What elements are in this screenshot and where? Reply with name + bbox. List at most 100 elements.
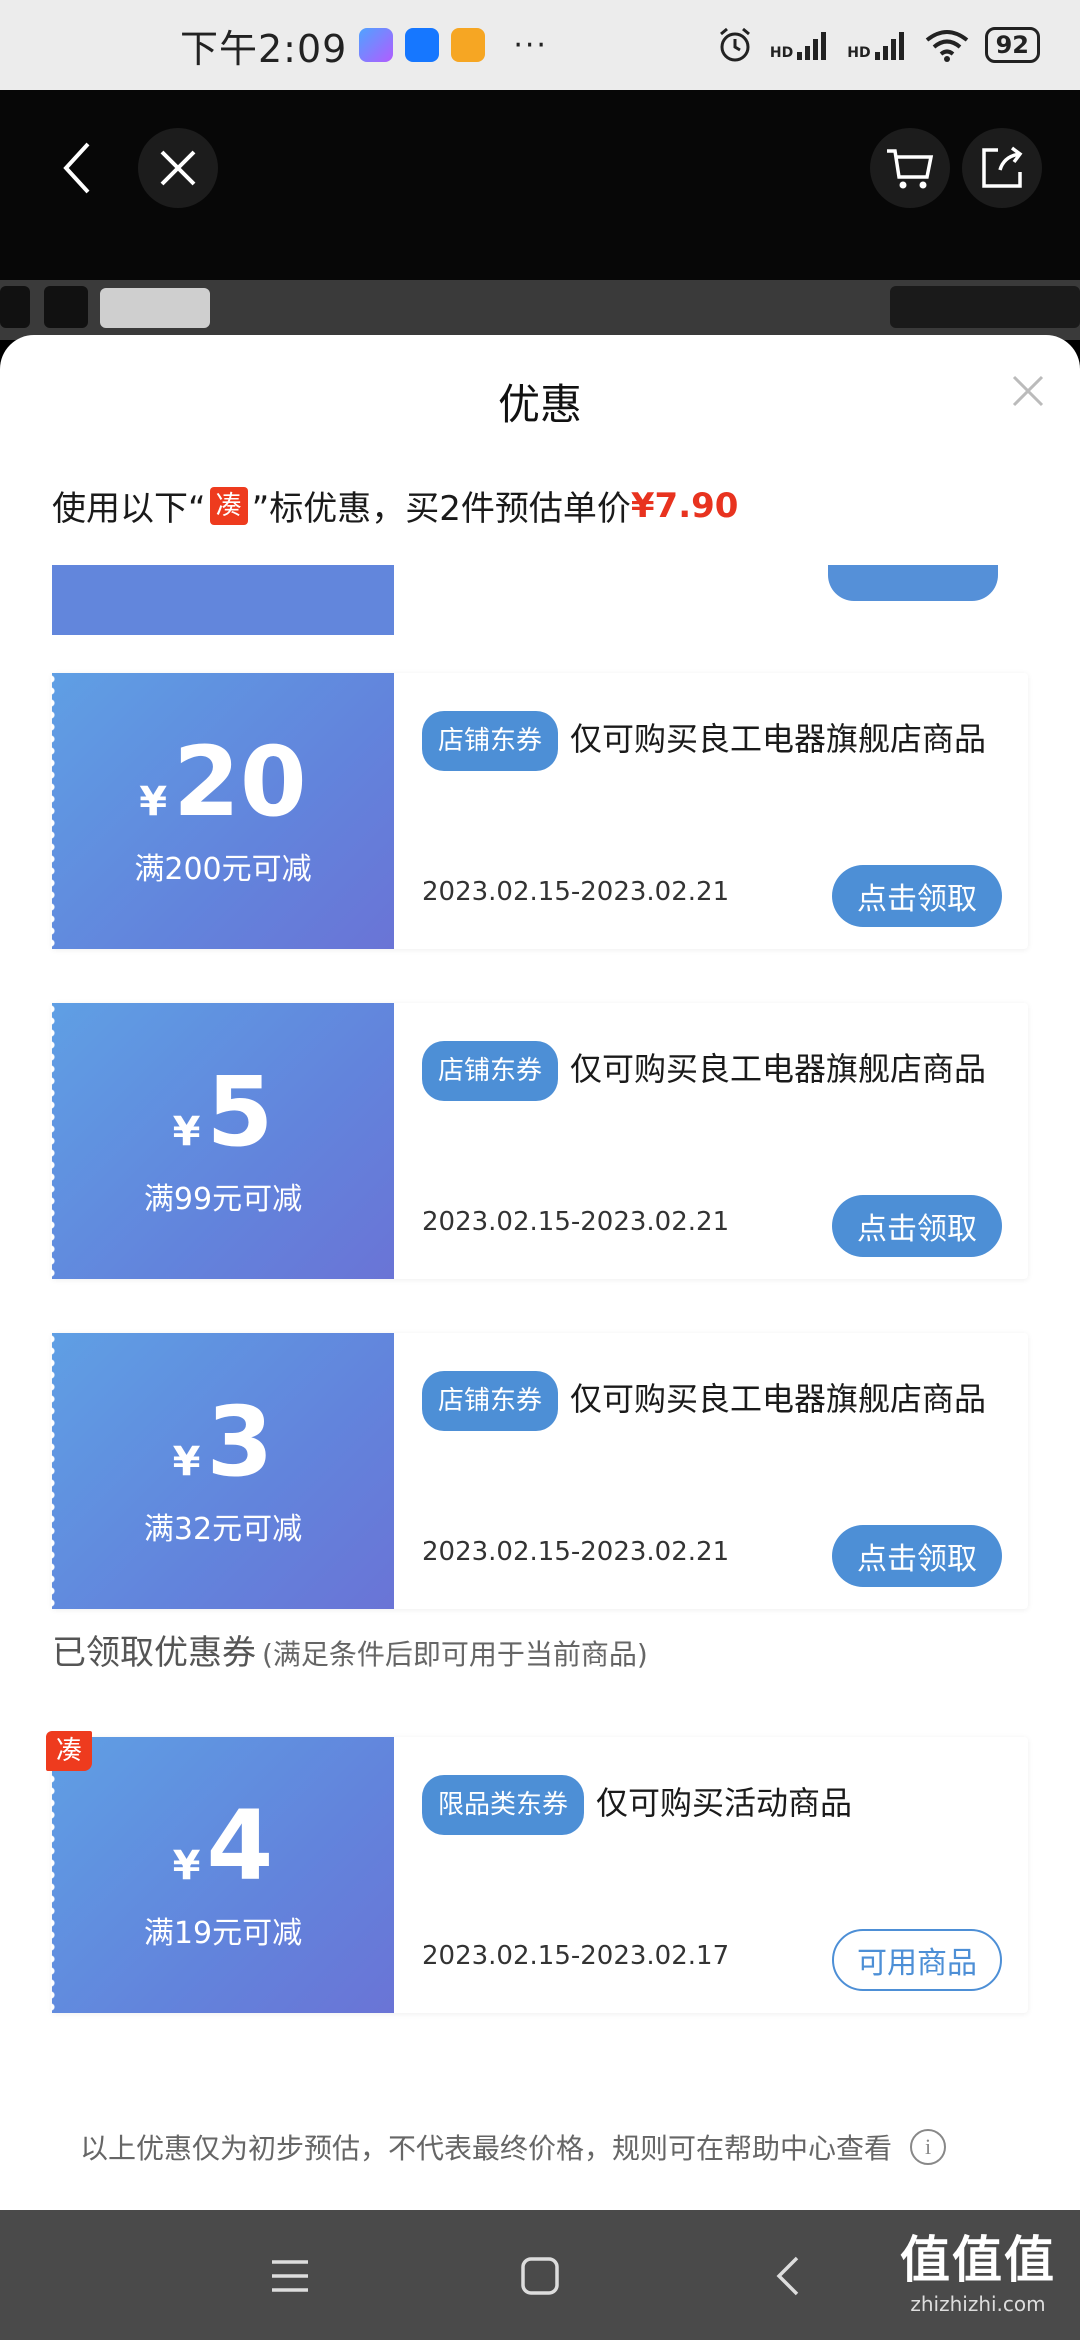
claimed-section-heading: 已领取优惠券 (满足条件后即可用于当前商品) (52, 1625, 648, 1674)
coupon-description: 仅可购买良工电器旗舰店商品 (570, 1380, 987, 1418)
coupon-condition: 满99元可减 (143, 1182, 303, 1217)
cou-corner-badge: 凑 (46, 1731, 92, 1771)
cart-icon (887, 149, 934, 189)
menu-icon[interactable] (270, 2258, 310, 2294)
coupon-tag: 店铺东券 (422, 1371, 559, 1431)
coupon-tag: 店铺东券 (422, 1041, 559, 1101)
coupon-amount-panel: ¥ 3 满32元可减 (51, 1333, 394, 1609)
coupon-condition: 满32元可减 (143, 1512, 303, 1547)
info-icon[interactable]: i (910, 2129, 947, 2165)
claim-coupon-button[interactable]: 点击领取 (832, 1525, 1002, 1587)
cart-button[interactable] (870, 128, 950, 208)
coupon-amount: ¥ 5 (173, 1064, 274, 1160)
keyboard-key (44, 286, 88, 328)
product-device (890, 286, 1080, 328)
status-time: 下午2:09 (180, 26, 348, 71)
signal-2-icon: HD (847, 30, 908, 60)
cou-badge: 凑 (209, 486, 248, 525)
coupon-card: ¥ 20 满200元可减 店铺东券 仅可购买良工电器旗舰店商品 2023.02.1… (51, 673, 1028, 949)
disclaimer-text: 以上优惠仅为初步预估，不代表最终价格，规则可在帮助中心查看 (80, 2132, 893, 2165)
nav-back-icon[interactable] (775, 2254, 801, 2298)
claimed-section-subtitle: (满足条件后即可用于当前商品) (262, 1638, 648, 1671)
coupon-card: ¥ 3 满32元可减 店铺东券 仅可购买良工电器旗舰店商品 2023.02.15-… (51, 1333, 1028, 1609)
status-bar: 下午2:09 ··· HD HD 92 (0, 0, 1080, 90)
disclaimer: 以上优惠仅为初步预估，不代表最终价格，规则可在帮助中心查看 i (80, 2127, 947, 2167)
coupon-amount-panel: ¥ 5 满99元可减 (51, 1003, 394, 1279)
claim-coupon-button[interactable]: 点击领取 (832, 865, 1002, 927)
coupon-details: 限品类东券 仅可购买活动商品 (422, 1775, 1002, 1835)
close-icon (1012, 375, 1044, 407)
coupon-card: ¥ 5 满99元可减 店铺东券 仅可购买良工电器旗舰店商品 2023.02.15-… (51, 1003, 1028, 1279)
coupon-list[interactable]: ¥ 20 满200元可减 店铺东券 仅可购买良工电器旗舰店商品 2023.02.1… (0, 565, 1080, 2105)
coupon-description-line: 店铺东券 仅可购买良工电器旗舰店商品 (422, 1371, 1002, 1431)
coupon-value: 5 (206, 1056, 274, 1168)
battery-indicator: 92 (984, 27, 1040, 63)
yen-sign: ¥ (172, 1109, 201, 1155)
back-button[interactable] (38, 128, 118, 208)
coupon-left-partial (52, 565, 394, 635)
coupon-amount: ¥ 3 (173, 1394, 274, 1490)
share-button[interactable] (962, 128, 1042, 208)
note-notification-icon (451, 28, 486, 62)
coupon-amount: ¥ 4 (173, 1798, 274, 1894)
summary-middle: ”标优惠，买2件预估单价 (251, 489, 631, 529)
watermark-logo: 值值值 (900, 2231, 1056, 2289)
yen-sign: ¥ (139, 779, 168, 825)
keyboard-key (100, 288, 210, 328)
coupon-date: 2023.02.15-2023.02.17 (422, 1941, 730, 1971)
coupon-amount: ¥ 20 (139, 734, 306, 830)
product-image-peek (0, 280, 1080, 340)
coupon-description: 仅可购买良工电器旗舰店商品 (570, 720, 987, 758)
sheet-close-button[interactable] (1006, 369, 1050, 413)
sheet-title: 优惠 (497, 380, 582, 429)
close-icon (160, 150, 196, 186)
coupon-description: 仅可购买活动商品 (596, 1784, 853, 1822)
yen-sign: ¥ (172, 1843, 201, 1889)
coupon-value: 20 (173, 726, 307, 838)
claim-coupon-button[interactable]: 点击领取 (832, 1195, 1002, 1257)
coupon-details: 店铺东券 仅可购买良工电器旗舰店商品 (422, 711, 1002, 771)
available-products-button[interactable]: 可用商品 (832, 1929, 1002, 1991)
coupon-sheet: 优惠 使用以下“ 凑 ”标优惠，买2件预估单价 ¥7.90 ¥ 20 满200元… (0, 335, 1080, 2210)
coupon-description-line: 店铺东券 仅可购买良工电器旗舰店商品 (422, 1041, 1002, 1101)
summary-prefix: 使用以下“ (52, 489, 206, 529)
coupon-date: 2023.02.15-2023.02.21 (422, 877, 730, 907)
signal-1-icon: HD (770, 30, 831, 60)
yen-sign: ¥ (172, 1439, 201, 1485)
coupon-amount-panel: ¥ 20 满200元可减 (51, 673, 394, 949)
close-page-button[interactable] (138, 128, 218, 208)
home-icon[interactable] (520, 2256, 560, 2296)
alipay-notification-icon (405, 28, 440, 62)
app-notification-icon (359, 28, 394, 62)
coupon-description: 仅可购买良工电器旗舰店商品 (570, 1050, 987, 1088)
more-notifications-icon: ··· (513, 27, 548, 63)
share-icon (982, 146, 1023, 188)
signal-2-label: HD (847, 45, 871, 61)
keyboard-key (0, 286, 30, 328)
coupon-condition: 满19元可减 (143, 1916, 303, 1951)
coupon-condition: 满200元可减 (134, 852, 312, 887)
watermark-url: zhizhizhi.com (910, 2292, 1046, 2316)
coupon-description-line: 限品类东券 仅可购买活动商品 (422, 1775, 1002, 1835)
coupon-details: 店铺东券 仅可购买良工电器旗舰店商品 (422, 1041, 1002, 1101)
discount-summary: 使用以下“ 凑 ”标优惠，买2件预估单价 ¥7.90 (52, 481, 738, 530)
estimated-price: ¥7.90 (630, 485, 739, 526)
coupon-amount-panel: ¥ 4 满19元可减 (51, 1737, 394, 2013)
coupon-date: 2023.02.15-2023.02.21 (422, 1537, 730, 1567)
coupon-details: 店铺东券 仅可购买良工电器旗舰店商品 (422, 1371, 1002, 1431)
coupon-card-partial (52, 565, 1028, 635)
coupon-tag: 店铺东券 (422, 711, 559, 771)
coupon-value: 4 (206, 1790, 274, 1902)
page-header (0, 90, 1080, 280)
signal-1-label: HD (769, 45, 794, 61)
coupon-value: 3 (206, 1386, 274, 1498)
back-icon (63, 142, 90, 194)
alarm-icon (719, 27, 750, 62)
coupon-description-line: 店铺东券 仅可购买良工电器旗舰店商品 (422, 711, 1002, 771)
coupon-date: 2023.02.15-2023.02.21 (422, 1207, 730, 1237)
watermark: 值值值 zhizhizhi.com (900, 2220, 1056, 2316)
wifi-icon (925, 30, 968, 62)
coupon-tag: 限品类东券 (422, 1775, 585, 1835)
claimed-section-title: 已领取优惠券 (52, 1633, 256, 1673)
claim-button-partial[interactable] (828, 565, 998, 601)
